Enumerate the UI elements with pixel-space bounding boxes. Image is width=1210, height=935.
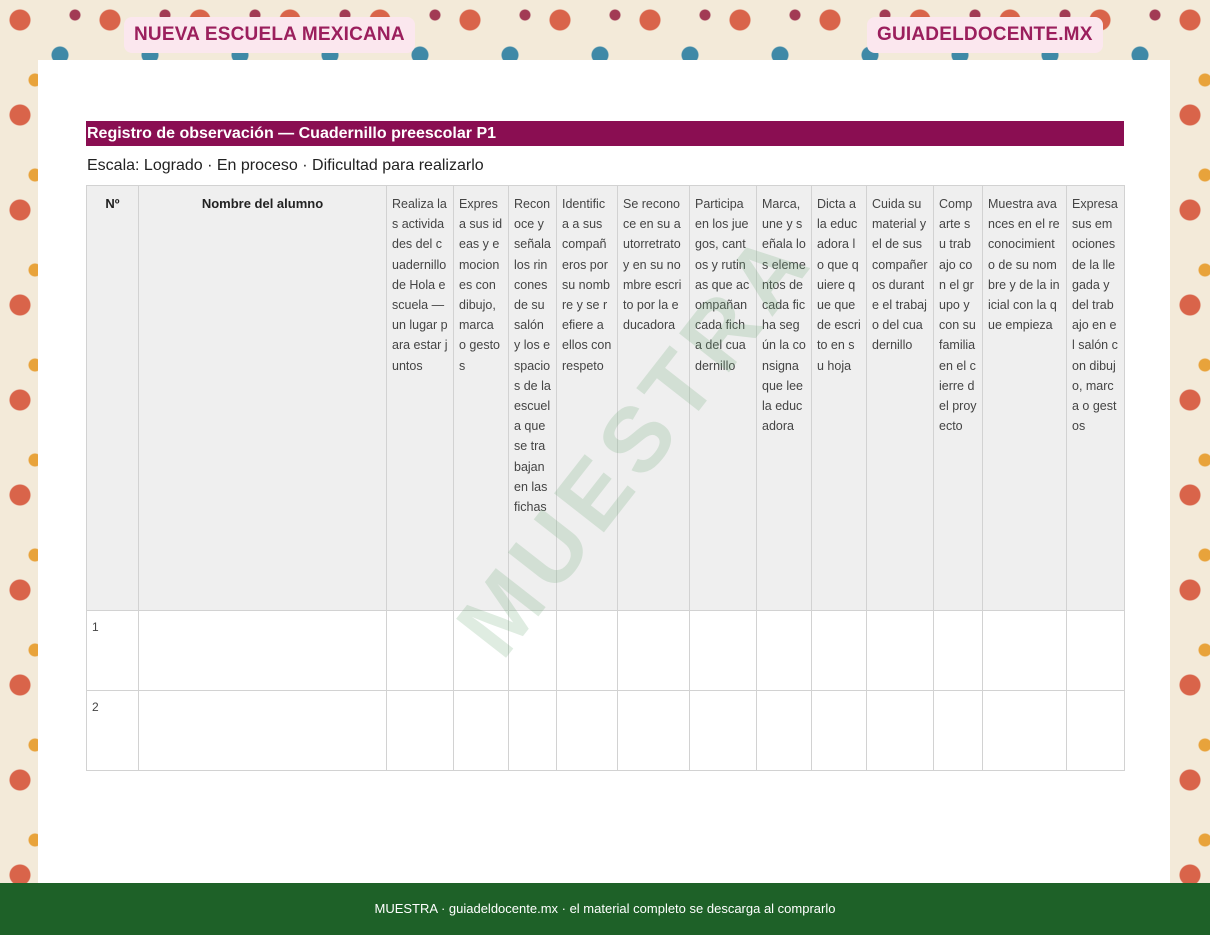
scale-legend: Escala: Logrado · En proceso · Dificulta…	[87, 157, 484, 174]
column-header: Participa en los juegos, cantos y rutina…	[689, 185, 757, 611]
observation-cell[interactable]	[982, 610, 1067, 691]
observation-cell[interactable]	[617, 690, 690, 771]
observation-cell[interactable]	[556, 690, 618, 771]
observation-cell[interactable]	[933, 690, 983, 771]
column-header: Cuida su material y el de sus compañeros…	[866, 185, 934, 611]
observation-cell[interactable]	[556, 610, 618, 691]
row-number: 1	[86, 610, 139, 691]
column-header: Dicta a la educadora lo que quiere que q…	[811, 185, 867, 611]
student-name-cell[interactable]	[138, 610, 387, 691]
observation-cell[interactable]	[811, 690, 867, 771]
column-header: Se reconoce en su autorretrato y en su n…	[617, 185, 690, 611]
observation-cell[interactable]	[756, 690, 812, 771]
observation-cell[interactable]	[617, 610, 690, 691]
column-header-number: Nº	[86, 185, 139, 611]
observation-cell[interactable]	[933, 610, 983, 691]
footer-notice: MUESTRA · guiadeldocente.mx · el materia…	[0, 883, 1210, 935]
column-header: Muestra avances en el reconocimiento de …	[982, 185, 1067, 611]
observation-table: Nº Nombre del alumno Realiza las activid…	[86, 185, 1125, 771]
observation-cell[interactable]	[508, 690, 557, 771]
column-header: Reconoce y señala los rincones de su sal…	[508, 185, 557, 611]
table-row: 1	[86, 610, 1125, 691]
brand-badge-nem: NUEVA ESCUELA MEXICANA	[124, 17, 415, 53]
observation-cell[interactable]	[866, 690, 934, 771]
student-name-cell[interactable]	[138, 690, 387, 771]
observation-cell[interactable]	[811, 610, 867, 691]
observation-cell[interactable]	[866, 610, 934, 691]
column-header: Realiza las actividades del cuadernillo …	[386, 185, 454, 611]
observation-cell[interactable]	[453, 610, 509, 691]
observation-cell[interactable]	[756, 610, 812, 691]
column-header: Identifica a sus compañeros por su nombr…	[556, 185, 618, 611]
observation-cell[interactable]	[982, 690, 1067, 771]
brand-badge-site: GUIADELDOCENTE.MX	[867, 17, 1103, 53]
column-header: Marca, une y señala los elementos de cad…	[756, 185, 812, 611]
observation-cell[interactable]	[689, 690, 757, 771]
table-row: 2	[86, 690, 1125, 771]
column-header: Expresa sus emociones de la llegada y de…	[1066, 185, 1125, 611]
observation-cell[interactable]	[386, 690, 454, 771]
document-title: Registro de observación — Cuadernillo pr…	[86, 121, 1124, 146]
observation-cell[interactable]	[453, 690, 509, 771]
observation-cell[interactable]	[386, 610, 454, 691]
table-header-row: Nº Nombre del alumno Realiza las activid…	[86, 185, 1125, 611]
observation-cell[interactable]	[508, 610, 557, 691]
observation-cell[interactable]	[1066, 690, 1125, 771]
column-header-student-name: Nombre del alumno	[138, 185, 387, 611]
row-number: 2	[86, 690, 139, 771]
observation-cell[interactable]	[689, 610, 757, 691]
column-header: Comparte su trabajo con el grupo y con s…	[933, 185, 983, 611]
column-header: Expresa sus ideas y emociones con dibujo…	[453, 185, 509, 611]
observation-cell[interactable]	[1066, 610, 1125, 691]
